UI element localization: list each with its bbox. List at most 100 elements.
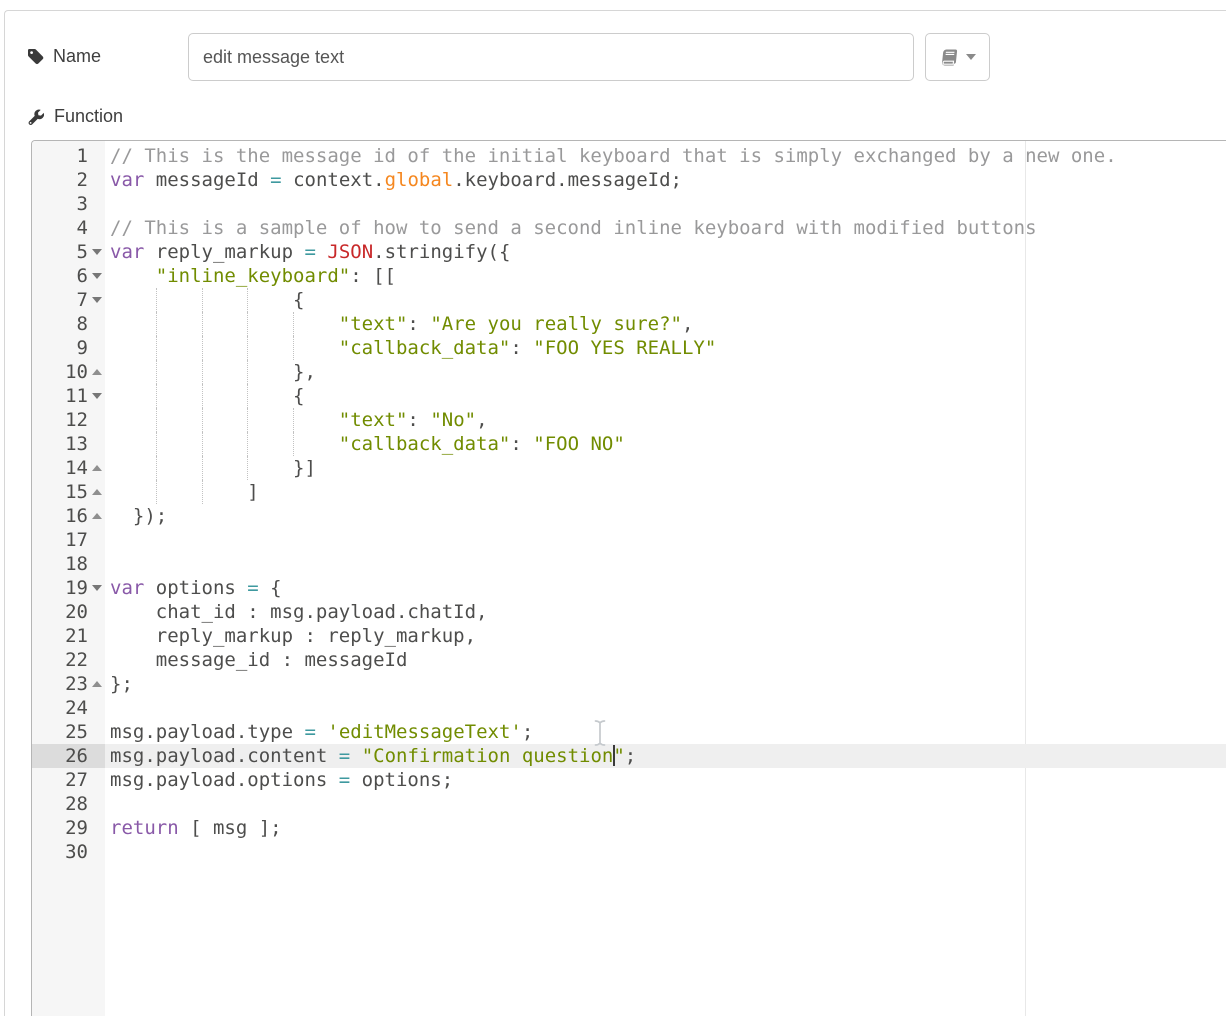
fold-close-icon[interactable]: [88, 360, 105, 384]
line-number: 6: [32, 265, 88, 287]
gutter-row: 27: [32, 768, 105, 792]
fold-open-icon[interactable]: [88, 288, 105, 312]
code-line[interactable]: "callback_data": "FOO NO": [105, 432, 1226, 456]
book-icon: [940, 48, 959, 67]
line-number: 23: [32, 673, 88, 695]
function-code-editor[interactable]: 1234567891011121314151617181920212223242…: [31, 140, 1226, 1016]
line-number: 30: [32, 841, 88, 863]
indent-guide: [156, 360, 157, 384]
gutter-row: 17: [32, 528, 105, 552]
fold-spacer: [88, 696, 105, 720]
code-line[interactable]: var messageId = context.global.keyboard.…: [105, 168, 1226, 192]
code-line[interactable]: chat_id : msg.payload.chatId,: [105, 600, 1226, 624]
code-line[interactable]: [105, 840, 1226, 864]
code-line[interactable]: },: [105, 360, 1226, 384]
code-line[interactable]: [105, 528, 1226, 552]
line-number: 24: [32, 697, 88, 719]
indent-guide: [156, 432, 157, 456]
function-section-label-text: Function: [54, 106, 123, 127]
code-line[interactable]: [105, 192, 1226, 216]
line-number: 9: [32, 337, 88, 359]
line-number: 10: [32, 361, 88, 383]
line-number: 29: [32, 817, 88, 839]
fold-close-icon[interactable]: [88, 456, 105, 480]
fold-spacer: [88, 528, 105, 552]
code-line[interactable]: [105, 696, 1226, 720]
code-line[interactable]: "text": "No",: [105, 408, 1226, 432]
gutter-row: 28: [32, 792, 105, 816]
line-number: 12: [32, 409, 88, 431]
indent-guide: [293, 408, 294, 432]
code-line[interactable]: "inline_keyboard": [[: [105, 264, 1226, 288]
code-line[interactable]: return [ msg ];: [105, 816, 1226, 840]
code-line[interactable]: {: [105, 384, 1226, 408]
indent-guide: [247, 312, 248, 336]
line-number: 1: [32, 145, 88, 167]
indent-guide: [156, 312, 157, 336]
name-field-label-text: Name: [53, 46, 101, 67]
code-line[interactable]: var reply_markup = JSON.stringify({: [105, 240, 1226, 264]
indent-guide: [247, 408, 248, 432]
code-line[interactable]: "callback_data": "FOO YES REALLY": [105, 336, 1226, 360]
code-line[interactable]: ]: [105, 480, 1226, 504]
fold-open-icon[interactable]: [88, 240, 105, 264]
code-line[interactable]: };: [105, 672, 1226, 696]
library-button[interactable]: [925, 33, 990, 81]
code-line[interactable]: msg.payload.type = 'editMessageText';: [105, 720, 1226, 744]
line-number: 13: [32, 433, 88, 455]
code-line[interactable]: // This is the message id of the initial…: [105, 144, 1226, 168]
fold-close-icon[interactable]: [88, 672, 105, 696]
fold-close-icon[interactable]: [88, 504, 105, 528]
fold-open-icon[interactable]: [88, 384, 105, 408]
gutter-row: 10: [32, 360, 105, 384]
editor-gutter: 1234567891011121314151617181920212223242…: [32, 141, 105, 1016]
gutter-row: 29: [32, 816, 105, 840]
fold-open-icon[interactable]: [88, 576, 105, 600]
code-line[interactable]: [105, 792, 1226, 816]
code-line[interactable]: msg.payload.options = options;: [105, 768, 1226, 792]
line-number: 22: [32, 649, 88, 671]
indent-guide: [156, 336, 157, 360]
line-number: 4: [32, 217, 88, 239]
name-field-label: Name: [27, 46, 101, 67]
gutter-row: 18: [32, 552, 105, 576]
fold-spacer: [88, 744, 105, 768]
fold-spacer: [88, 792, 105, 816]
code-line[interactable]: {: [105, 288, 1226, 312]
code-line[interactable]: message_id : messageId: [105, 648, 1226, 672]
code-line[interactable]: "text": "Are you really sure?",: [105, 312, 1226, 336]
fold-spacer: [88, 432, 105, 456]
fold-open-icon[interactable]: [88, 264, 105, 288]
line-number: 7: [32, 289, 88, 311]
code-line[interactable]: [105, 552, 1226, 576]
wrench-icon: [27, 108, 45, 126]
fold-spacer: [88, 336, 105, 360]
line-number: 15: [32, 481, 88, 503]
indent-guide: [156, 384, 157, 408]
fold-spacer: [88, 648, 105, 672]
code-line[interactable]: reply_markup : reply_markup,: [105, 624, 1226, 648]
gutter-row: 8: [32, 312, 105, 336]
fold-spacer: [88, 144, 105, 168]
gutter-row: 23: [32, 672, 105, 696]
gutter-row: 4: [32, 216, 105, 240]
indent-guide: [247, 432, 248, 456]
gutter-row: 3: [32, 192, 105, 216]
fold-spacer: [88, 216, 105, 240]
gutter-row: 11: [32, 384, 105, 408]
code-line[interactable]: }]: [105, 456, 1226, 480]
editor-code-pane[interactable]: // This is the message id of the initial…: [105, 141, 1226, 1016]
code-line[interactable]: // This is a sample of how to send a sec…: [105, 216, 1226, 240]
name-input[interactable]: [188, 33, 914, 81]
fold-spacer: [88, 168, 105, 192]
code-line[interactable]: });: [105, 504, 1226, 528]
gutter-row: 2: [32, 168, 105, 192]
fold-close-icon[interactable]: [88, 480, 105, 504]
code-line[interactable]: msg.payload.content = "Confirmation ques…: [105, 744, 1226, 768]
gutter-row: 15: [32, 480, 105, 504]
editor-code-rows[interactable]: // This is the message id of the initial…: [105, 141, 1226, 864]
fold-spacer: [88, 768, 105, 792]
code-line[interactable]: var options = {: [105, 576, 1226, 600]
fold-spacer: [88, 816, 105, 840]
gutter-row: 22: [32, 648, 105, 672]
